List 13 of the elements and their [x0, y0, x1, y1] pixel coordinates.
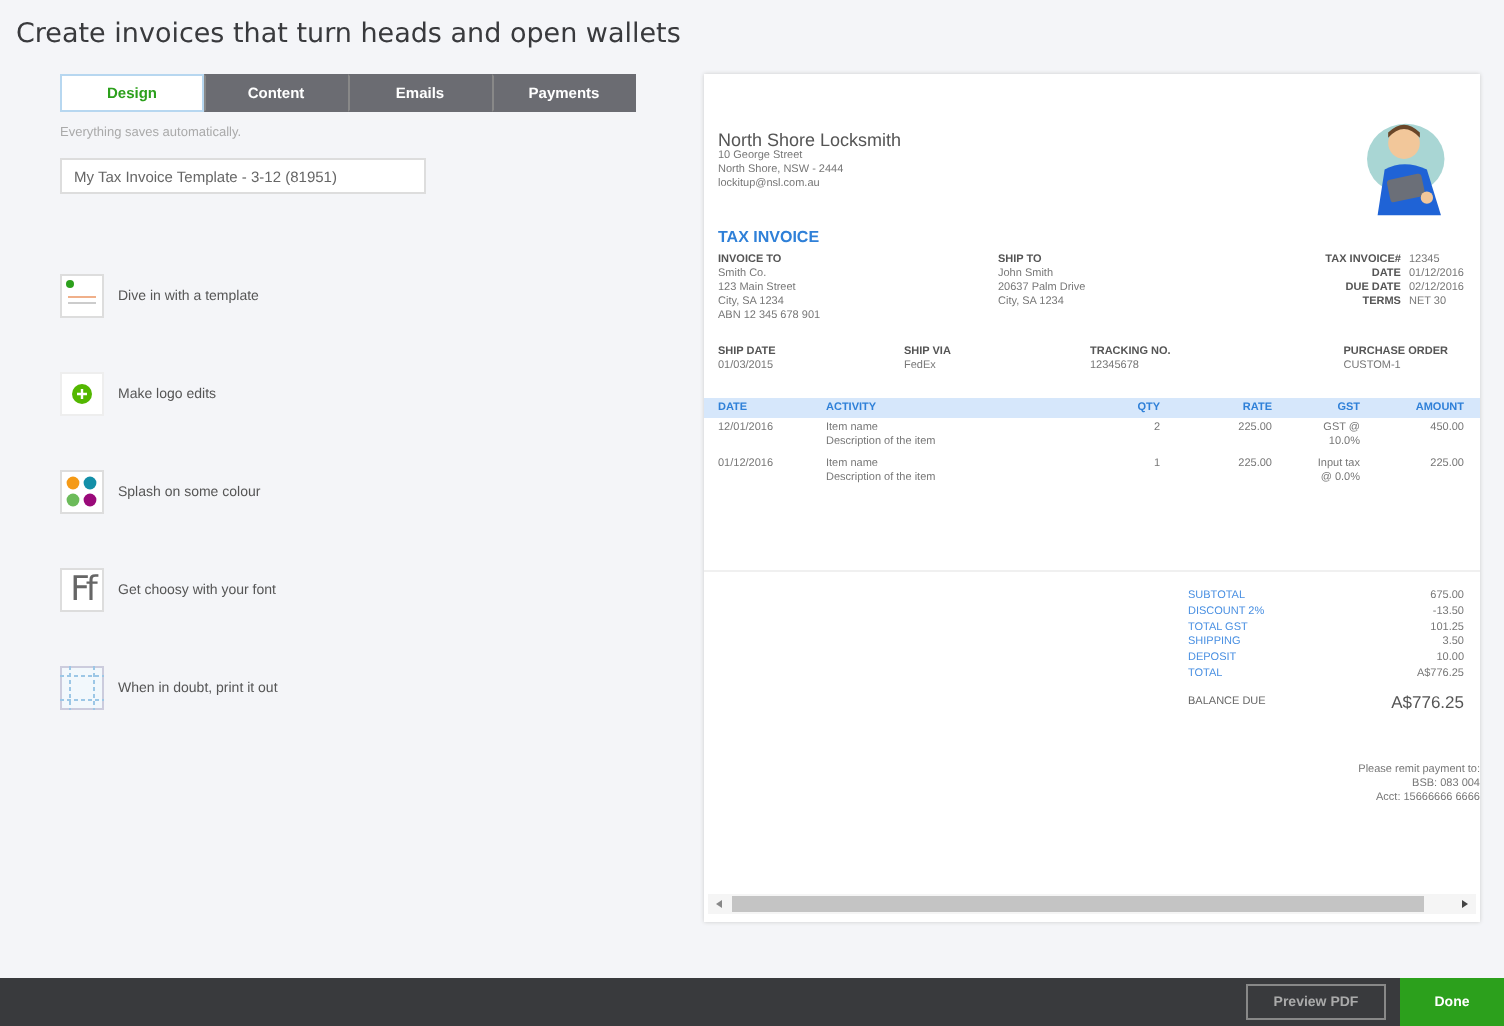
page-title: Create invoices that turn heads and open wallets [14, 16, 683, 52]
company-name: North Shore Locksmith [718, 130, 902, 150]
horizontal-scrollbar[interactable] [708, 894, 1476, 914]
print-layout-icon[interactable] [60, 666, 104, 710]
scroll-left-icon[interactable] [714, 898, 726, 910]
scrollbar-thumb[interactable] [732, 896, 1424, 912]
add-logo-icon[interactable] [60, 372, 104, 416]
balance-due-value: A$776.25 [1391, 691, 1464, 712]
scroll-right-icon[interactable] [1458, 898, 1470, 910]
template-icon[interactable] [60, 274, 104, 318]
invoice-heading: TAX INVOICE [718, 228, 822, 246]
font-icon[interactable]: Ff [60, 568, 104, 612]
colour-dots-icon[interactable] [60, 470, 104, 514]
